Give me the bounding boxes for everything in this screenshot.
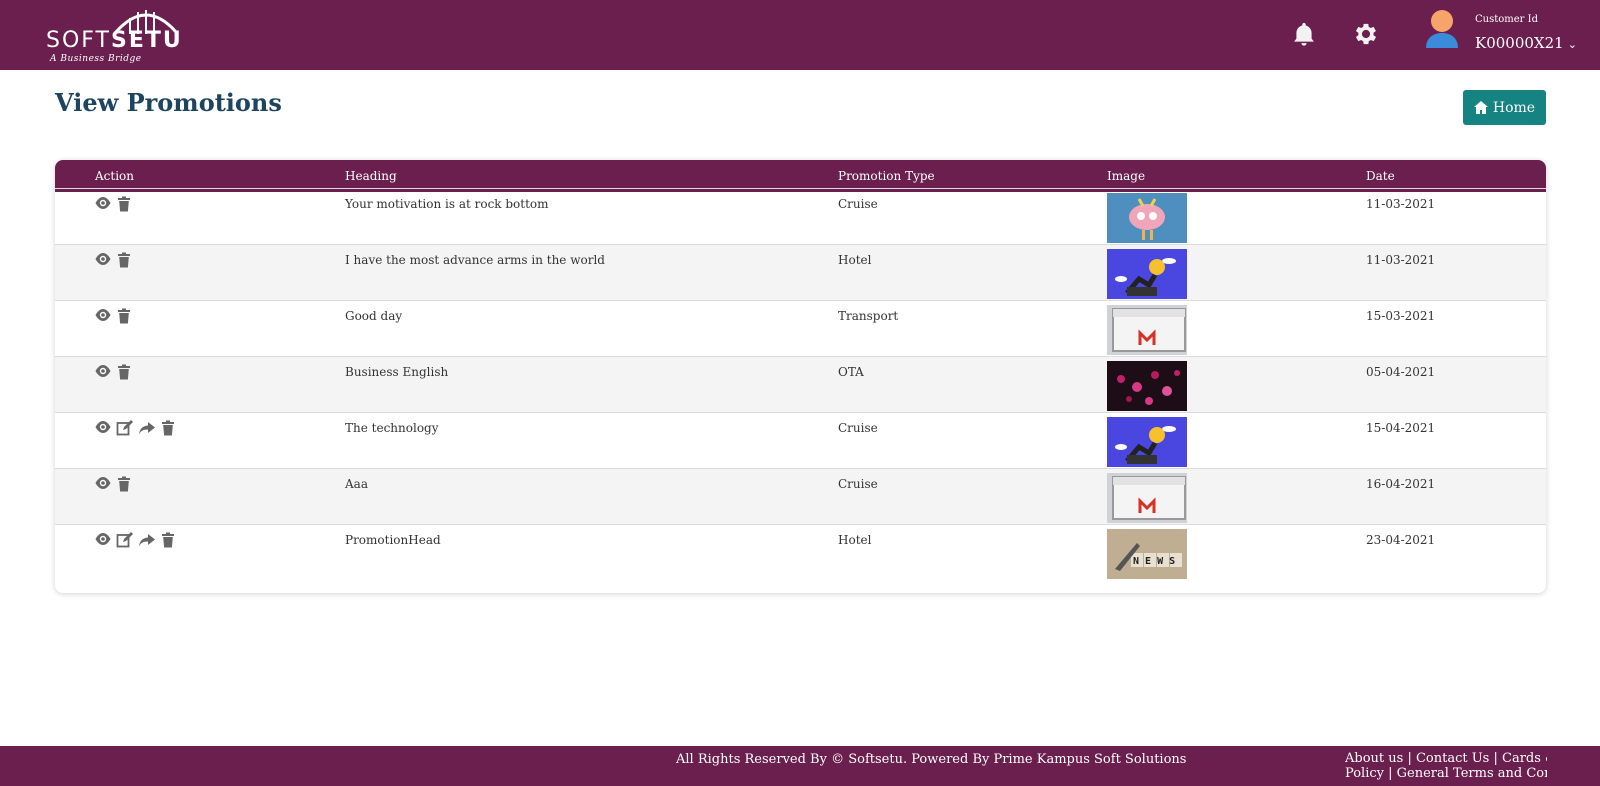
logo-wordmark: SOFTSETU xyxy=(46,28,183,53)
row-actions xyxy=(94,308,134,324)
row-heading: Business English xyxy=(345,365,449,379)
share-icon[interactable] xyxy=(138,532,156,548)
row-promotion-type: Cruise xyxy=(838,421,878,435)
column-header-promotion-type: Promotion Type xyxy=(838,169,935,183)
view-icon[interactable] xyxy=(94,420,112,436)
delete-icon[interactable] xyxy=(116,476,134,492)
edit-icon[interactable] xyxy=(116,532,134,548)
logo-soft-text: SOFT xyxy=(46,28,111,53)
gear-icon[interactable] xyxy=(1352,20,1380,48)
row-actions xyxy=(94,420,178,436)
table-row: The technology Cruise 15-04-2021 xyxy=(55,412,1546,469)
footer-links: About us | Contact Us | Cards & Refund P… xyxy=(1345,751,1547,781)
row-actions xyxy=(94,532,178,548)
logo-setu-text: SETU xyxy=(111,28,183,53)
view-icon[interactable] xyxy=(94,308,112,324)
delete-icon[interactable] xyxy=(116,252,134,268)
row-image[interactable] xyxy=(1107,361,1187,411)
row-image[interactable] xyxy=(1107,417,1187,467)
row-promotion-type: Cruise xyxy=(838,477,878,491)
column-header-date: Date xyxy=(1366,169,1395,183)
page-title: View Promotions xyxy=(55,88,282,117)
column-header-image: Image xyxy=(1107,169,1146,183)
view-icon[interactable] xyxy=(94,196,112,212)
row-actions xyxy=(94,476,134,492)
row-image[interactable]: N E W S xyxy=(1107,529,1187,579)
row-date: 15-04-2021 xyxy=(1366,421,1436,435)
row-heading: PromotionHead xyxy=(345,533,441,547)
row-promotion-type: OTA xyxy=(838,365,864,379)
delete-icon[interactable] xyxy=(116,308,134,324)
top-navbar: SOFTSETU A Business Bridge Customer Id K… xyxy=(0,0,1600,70)
home-button[interactable]: Home xyxy=(1463,90,1546,125)
footer-link-policy[interactable]: Policy xyxy=(1345,766,1384,781)
table-row: Aaa Cruise 16-04-2021 xyxy=(55,468,1546,525)
bell-icon[interactable] xyxy=(1290,20,1318,48)
view-icon[interactable] xyxy=(94,476,112,492)
table-row: Good day Transport 15-03-2021 xyxy=(55,300,1546,357)
customer-id-value: K00000X21 xyxy=(1475,34,1564,52)
customer-id-dropdown[interactable]: K00000X21 ⌄ xyxy=(1475,34,1577,52)
row-date: 16-04-2021 xyxy=(1366,477,1436,491)
row-image[interactable] xyxy=(1107,305,1187,355)
table-row: Your motivation is at rock bottom Cruise 1… xyxy=(55,188,1546,245)
logo-tagline: A Business Bridge xyxy=(50,54,142,64)
home-icon xyxy=(1473,101,1488,114)
row-date: 11-03-2021 xyxy=(1366,197,1436,211)
footer: All Rights Reserved By © Softsetu. Power… xyxy=(0,746,1600,786)
view-icon[interactable] xyxy=(94,532,112,548)
row-image[interactable] xyxy=(1107,249,1187,299)
row-actions xyxy=(94,364,134,380)
edit-icon[interactable] xyxy=(116,420,134,436)
svg-text:N E W S: N E W S xyxy=(1133,556,1175,567)
row-date: 23-04-2021 xyxy=(1366,533,1436,547)
row-date: 15-03-2021 xyxy=(1366,309,1436,323)
row-promotion-type: Cruise xyxy=(838,197,878,211)
footer-link-contact[interactable]: Contact Us xyxy=(1416,751,1489,766)
delete-icon[interactable] xyxy=(160,420,178,436)
customer-id-label: Customer Id xyxy=(1475,14,1538,25)
delete-icon[interactable] xyxy=(116,364,134,380)
home-button-label: Home xyxy=(1492,99,1536,116)
column-header-heading: Heading xyxy=(345,169,397,183)
row-heading: I have the most advance arms in the worl… xyxy=(345,253,605,267)
row-actions xyxy=(94,196,134,212)
row-image[interactable] xyxy=(1107,193,1187,243)
column-header-action: Action xyxy=(95,169,134,183)
row-heading: The technology xyxy=(345,421,439,435)
row-actions xyxy=(94,252,134,268)
row-heading: Aaa xyxy=(345,477,368,491)
view-icon[interactable] xyxy=(94,364,112,380)
softsetu-logo[interactable]: SOFTSETU A Business Bridge xyxy=(46,4,186,66)
table-row: Business English OTA 05-04-2021 xyxy=(55,356,1546,413)
chevron-down-icon: ⌄ xyxy=(1567,38,1577,51)
row-promotion-type: Transport xyxy=(838,309,899,323)
row-promotion-type: Hotel xyxy=(838,533,872,547)
footer-copyright: All Rights Reserved By © Softsetu. Power… xyxy=(676,752,1187,767)
row-image[interactable] xyxy=(1107,473,1187,523)
footer-link-cards-refund[interactable]: Cards & Refund xyxy=(1502,751,1547,766)
footer-link-about[interactable]: About us xyxy=(1345,751,1403,766)
table-row: I have the most advance arms in the worl… xyxy=(55,244,1546,301)
avatar[interactable] xyxy=(1423,8,1461,50)
row-heading: Your motivation is at rock bottom xyxy=(345,197,549,211)
row-promotion-type: Hotel xyxy=(838,253,872,267)
footer-link-terms[interactable]: General Terms and Conditions xyxy=(1397,766,1547,781)
row-date: 11-03-2021 xyxy=(1366,253,1436,267)
row-date: 05-04-2021 xyxy=(1366,365,1436,379)
promotions-table: Action Heading Promotion Type Image Date… xyxy=(55,160,1546,593)
view-icon[interactable] xyxy=(94,252,112,268)
delete-icon[interactable] xyxy=(116,196,134,212)
delete-icon[interactable] xyxy=(160,532,178,548)
table-row: PromotionHead Hotel N E W S 23-04-2021 xyxy=(55,524,1546,581)
share-icon[interactable] xyxy=(138,420,156,436)
row-heading: Good day xyxy=(345,309,403,323)
